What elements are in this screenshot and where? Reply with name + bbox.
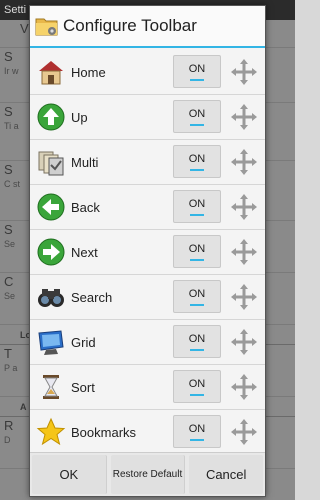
drag-handle-icon[interactable] <box>230 418 258 446</box>
drag-handle-icon[interactable] <box>230 283 258 311</box>
toolbar-item-label: Up <box>71 109 88 125</box>
toggle-button[interactable]: ON <box>173 190 221 223</box>
restore-default-button[interactable]: Restore Default <box>110 455 186 494</box>
toolbar-item-back: Back ON <box>30 185 265 230</box>
toolbar-item-label: Bookmarks <box>71 424 137 440</box>
toolbar-item-grid: Grid ON <box>30 320 265 365</box>
toggle-button[interactable]: ON <box>173 55 221 88</box>
drag-handle-icon[interactable] <box>230 103 258 131</box>
toggle-button[interactable]: ON <box>173 235 221 268</box>
toolbar-item-search: Search ON <box>30 275 265 320</box>
back-arrow-icon <box>33 189 69 225</box>
drag-handle-icon[interactable] <box>230 328 258 356</box>
toolbar-item-label: Search <box>71 289 113 305</box>
toolbar-item-label: Next <box>71 244 98 260</box>
binoculars-icon <box>33 279 69 315</box>
toolbar-item-up: Up ON <box>30 95 265 140</box>
toolbar-item-label: Sort <box>71 379 95 395</box>
drag-handle-icon[interactable] <box>230 58 258 86</box>
drag-handle-icon[interactable] <box>230 148 258 176</box>
drag-handle-icon[interactable] <box>230 238 258 266</box>
grid-monitor-icon <box>33 324 69 360</box>
toolbar-item-next: Next ON <box>30 230 265 275</box>
configure-toolbar-dialog: Configure Toolbar Home ON Up ON Multi ON… <box>29 5 266 497</box>
dialog-header: Configure Toolbar <box>30 6 265 48</box>
dialog-title: Configure Toolbar <box>63 16 197 35</box>
cancel-button[interactable]: Cancel <box>189 455 264 494</box>
toolbar-item-sort: Sort ON <box>30 365 265 410</box>
hourglass-icon <box>33 369 69 405</box>
toggle-button[interactable]: ON <box>173 145 221 178</box>
up-arrow-icon <box>33 99 69 135</box>
toolbar-item-home: Home ON <box>30 50 265 95</box>
toggle-button[interactable]: ON <box>173 415 221 448</box>
home-icon <box>33 54 69 90</box>
next-arrow-icon <box>33 234 69 270</box>
toolbar-item-label: Home <box>71 64 106 80</box>
dialog-footer: OK Restore Default Cancel <box>30 452 265 496</box>
toggle-button[interactable]: ON <box>173 370 221 403</box>
toolbar-item-label: Back <box>71 199 100 215</box>
folder-settings-icon <box>34 13 60 39</box>
toggle-button[interactable]: ON <box>173 325 221 358</box>
toolbar-item-bookmarks: Bookmarks ON <box>30 410 265 455</box>
ok-button[interactable]: OK <box>32 455 107 494</box>
multi-select-icon <box>33 144 69 180</box>
toggle-button[interactable]: ON <box>173 100 221 133</box>
toolbar-item-label: Multi <box>71 154 99 170</box>
toggle-button[interactable]: ON <box>173 280 221 313</box>
drag-handle-icon[interactable] <box>230 193 258 221</box>
toolbar-item-label: Grid <box>71 334 96 350</box>
toolbar-item-multi: Multi ON <box>30 140 265 185</box>
star-icon <box>33 414 69 450</box>
toolbar-items-list: Home ON Up ON Multi ON Back ON Next ON S… <box>30 50 265 455</box>
drag-handle-icon[interactable] <box>230 373 258 401</box>
